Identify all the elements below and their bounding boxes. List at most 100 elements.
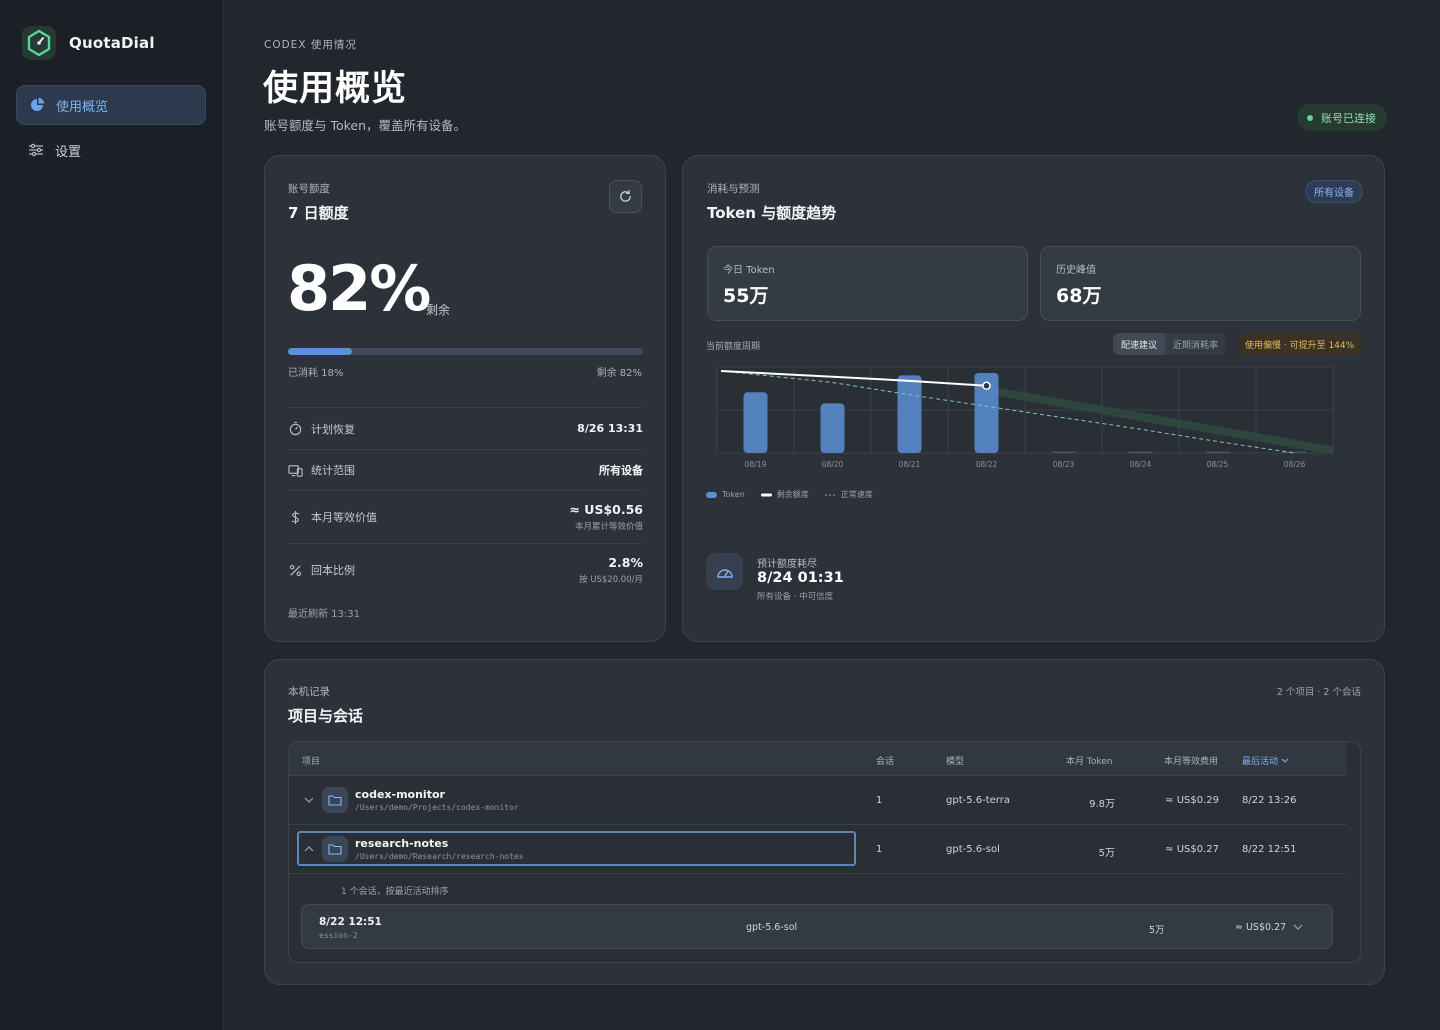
status-label: 账号已连接 [1321, 111, 1376, 125]
sliders-icon [29, 143, 43, 157]
legend-item-token: Token [706, 489, 745, 500]
tokens-cell: 9.8万 [1089, 799, 1115, 810]
quota-row-payback: 回本比例 2.8% 按 US$20.00/月 [288, 543, 643, 596]
remaining-percent: 82% [287, 252, 431, 325]
token-bar [1051, 451, 1076, 453]
forecast-sub: 所有设备 · 中可信度 [757, 592, 834, 602]
timer-icon [289, 421, 302, 436]
status-dot-icon [1307, 114, 1313, 121]
table-row[interactable]: codex-monitor /Users/demo/Projects/codex… [289, 776, 1347, 825]
last-activity-cell: 8/22 12:51 [1242, 844, 1297, 855]
session-row[interactable]: 8/22 12:51 ession-2 gpt-5.6-sol 5万 ≈ US$… [301, 904, 1333, 949]
quotadial-logo-icon [22, 26, 56, 60]
period-label: 当前额度周期 [706, 342, 761, 352]
trend-eyebrow: 消耗与预测 [707, 183, 760, 195]
model-cell: gpt-5.6-terra [946, 795, 1010, 806]
device-filter-pill[interactable]: 所有设备 [1305, 180, 1363, 203]
legend-label: 正常速度 [840, 490, 873, 499]
row-label: 本月等效价值 [311, 511, 377, 524]
x-tick-label: 08/25 [1207, 460, 1229, 469]
brand[interactable]: QuotaDial [22, 26, 155, 60]
quota-row-value: 本月等效价值 ≈ US$0.56 本月累计等效价值 [288, 490, 643, 543]
chevron-down-icon[interactable] [303, 794, 315, 806]
col-last-activity-label: 最后活动 [1242, 757, 1279, 767]
token-bar [897, 375, 922, 453]
consumed-label: 已消耗 18% [288, 368, 344, 379]
sidebar-item-label: 使用概览 [56, 99, 109, 115]
peak-value: 68万 [1056, 285, 1102, 307]
remaining-endpoint [982, 381, 991, 391]
row-value: ≈ US$0.56 [569, 502, 643, 517]
sidebar-item-settings[interactable]: 设置 [16, 130, 206, 170]
chevron-down-icon[interactable] [1293, 923, 1303, 931]
refresh-button[interactable] [609, 180, 642, 213]
row-label: 计划恢复 [311, 422, 355, 436]
table-row[interactable]: research-notes /Users/demo/Research/rese… [289, 825, 1347, 874]
sidebar-item-overview[interactable]: 使用概览 [16, 85, 206, 125]
x-tick-label: 08/20 [822, 460, 844, 469]
folder-icon [322, 836, 348, 862]
seg-rate[interactable]: 近期消耗率 [1165, 333, 1226, 355]
tokens-cell: 5万 [1098, 848, 1115, 859]
token-bar [820, 403, 845, 453]
token-bar [1205, 451, 1230, 453]
row-label: 统计范围 [311, 464, 355, 477]
percent-icon [289, 564, 302, 576]
legend-dash-swatch-icon [824, 494, 836, 495]
devices-icon [288, 464, 303, 477]
quota-eyebrow: 账号额度 [288, 183, 330, 195]
pace-warning-badge: 使用偏慢 · 可提升至 144% [1238, 333, 1362, 355]
folder-icon [322, 787, 348, 813]
col-tokens[interactable]: 本月 Token [1066, 754, 1112, 767]
trend-title: Token 与额度趋势 [707, 204, 837, 222]
quota-progress-bar [288, 348, 643, 355]
col-model[interactable]: 模型 [946, 754, 964, 767]
legend-item-normal: 正常速度 [824, 489, 873, 500]
col-sessions[interactable]: 会话 [876, 754, 894, 767]
x-tick-label: 08/19 [745, 460, 767, 469]
forecast-value: 8/24 01:31 [757, 570, 844, 586]
pie-chart-icon [31, 97, 45, 111]
chevron-up-icon[interactable] [303, 843, 315, 855]
today-token-box: 今日 Token 55万 [707, 246, 1028, 321]
quota-card: 账号额度 7 日额度 82% 剩余 已消耗 18% 剩余 82% 计划恢复 8/… [264, 155, 666, 642]
project-name: codex-monitor [355, 788, 445, 801]
x-tick-label: 08/22 [976, 460, 998, 469]
quota-title: 7 日额度 [288, 204, 349, 222]
row-sub: 本月累计等效价值 [574, 522, 643, 532]
sort-chevron-icon [1281, 758, 1289, 763]
token-bar [1128, 451, 1153, 453]
session-tokens: 5万 [1149, 925, 1165, 936]
dollar-icon [291, 510, 300, 524]
page-subtitle: 账号额度与 Token，覆盖所有设备。 [264, 118, 467, 133]
row-label: 回本比例 [311, 564, 355, 577]
project-path: /Users/demo/Research/research-notes [355, 852, 524, 861]
projects-eyebrow: 本机记录 [288, 686, 330, 698]
row-sub: 按 US$20.00/月 [579, 575, 643, 585]
quota-progress-fill [288, 348, 352, 355]
peak-label: 历史峰值 [1056, 265, 1096, 276]
cost-cell: ≈ US$0.29 [1165, 795, 1219, 806]
sessions-cell: 1 [876, 844, 883, 855]
seg-pace[interactable]: 配速建议 [1113, 333, 1166, 355]
chart-legend: Token 剩余额度 正常速度 [706, 489, 889, 500]
x-tick-label: 08/26 [1284, 460, 1306, 469]
projects-meta: 2 个项目 · 2 个会话 [1276, 687, 1361, 698]
today-token-label: 今日 Token [723, 265, 775, 276]
trend-chart: 08/19 08/20 08/21 08/22 08/23 08/24 08/25 08/26 [716, 366, 1334, 469]
legend-label: 剩余额度 [776, 490, 809, 499]
sessions-cell: 1 [876, 795, 883, 806]
col-cost[interactable]: 本月等效费用 [1164, 754, 1218, 767]
col-last-activity[interactable]: 最后活动 [1242, 754, 1289, 767]
connection-status-badge: 账号已连接 [1297, 104, 1387, 131]
table-header: 项目 会话 模型 本月 Token 本月等效费用 最后活动 [289, 742, 1347, 776]
projects-card: 本机记录 项目与会话 2 个项目 · 2 个会话 项目 会话 模型 本月 Tok… [264, 659, 1385, 985]
session-cost: ≈ US$0.27 [1235, 922, 1287, 933]
legend-line-swatch-icon [760, 493, 772, 496]
project-name: research-notes [355, 837, 449, 850]
last-activity-cell: 8/22 13:26 [1242, 795, 1297, 806]
col-project[interactable]: 项目 [302, 754, 320, 767]
legend-bar-swatch-icon [706, 491, 717, 498]
quota-row-scope: 统计范围 所有设备 [288, 449, 643, 490]
cost-cell: ≈ US$0.27 [1165, 844, 1219, 855]
